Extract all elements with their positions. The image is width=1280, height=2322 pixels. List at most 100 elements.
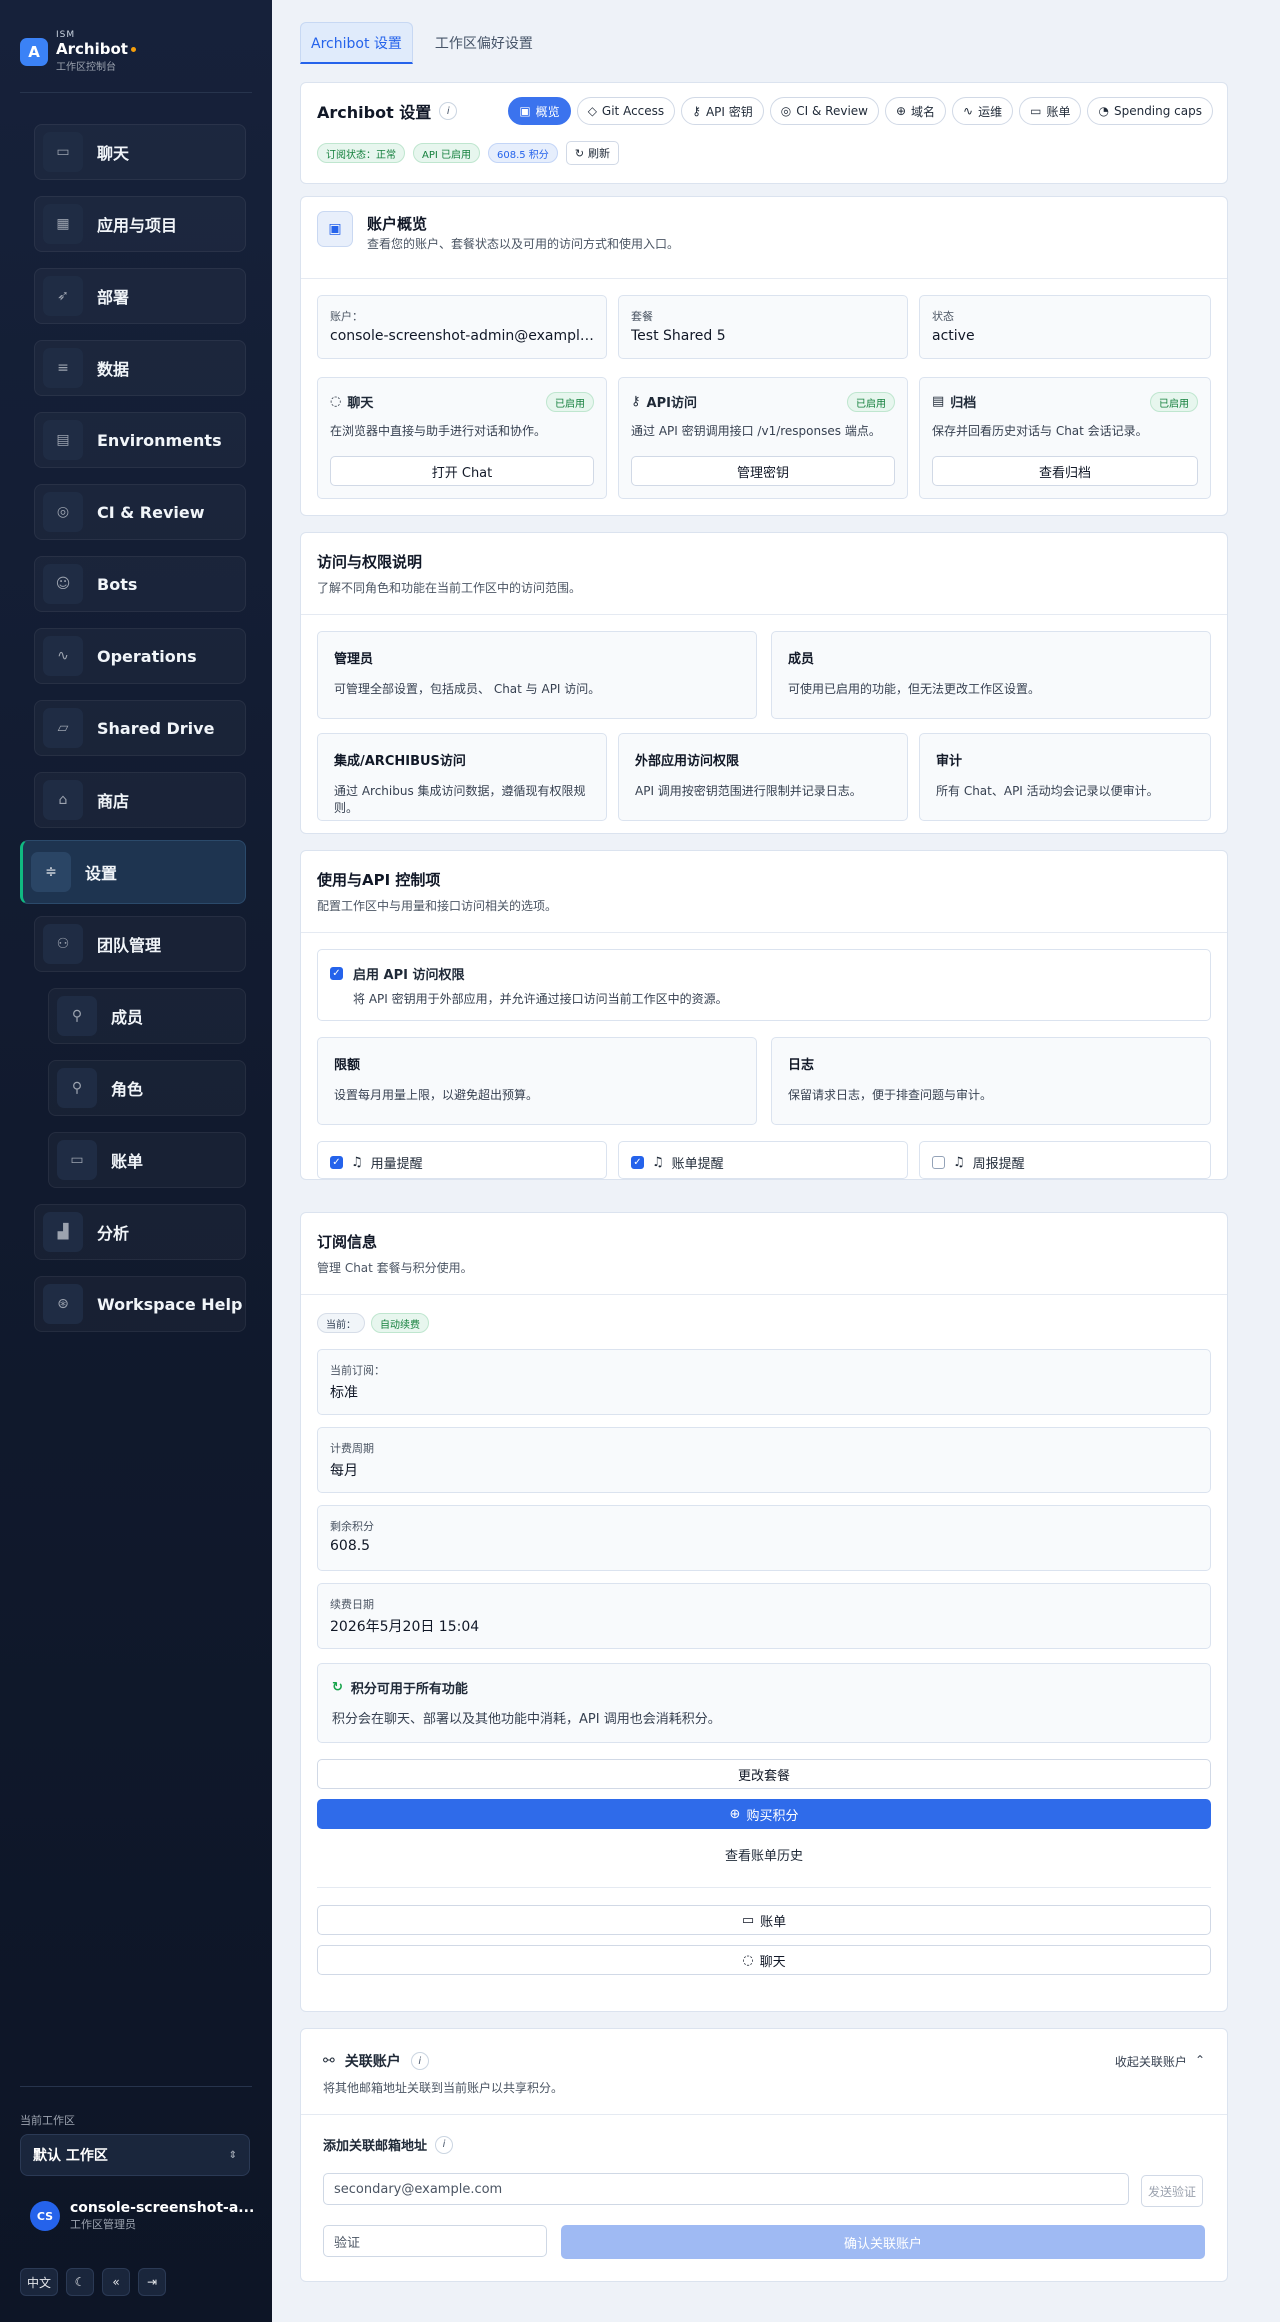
apps-icon: ▦ [43,204,83,244]
nav-pill-ci-review[interactable]: ◎ CI & Review [769,97,879,125]
notify-checkbox[interactable]: ✓ [330,1156,343,1169]
avatar: CS [30,2201,60,2231]
notify-usage[interactable]: ✓ ♫ 用量提醒 [317,1141,607,1179]
chat-icon: ▭ [43,132,83,172]
sidebar-item-team[interactable]: ⚇ 团队管理 [34,916,246,972]
view-archive-button[interactable]: 查看归档 [932,456,1198,486]
info-icon[interactable]: i [439,102,458,120]
sidebar-item-label: 数据 [97,360,130,379]
sidebar-item-deploy[interactable]: ➶ 部署 [34,268,246,324]
tab-workspace-preferences[interactable]: 工作区偏好设置 [425,22,543,64]
notify-billing[interactable]: ✓ ♫ 账单提醒 [618,1141,908,1179]
nav-pill-spending-caps[interactable]: ◔ Spending caps [1087,97,1213,125]
enabled-badge: 已启用 [847,392,895,412]
plan-field: 套餐 Test Shared 5 [618,295,908,359]
archibot-logo-icon: A [20,37,48,66]
usage-controls-card: 使用与API 控制项 配置工作区中与用量和接口访问相关的选项。 ✓ 启用 API… [300,850,1228,1180]
subscription-title: 订阅信息 [317,1233,378,1251]
collapse-icon[interactable]: « [102,2268,131,2296]
send-verification-button[interactable]: 发送验证 [1141,2175,1203,2207]
key-icon: ⚷ [631,394,641,409]
moon-icon[interactable]: ☾ [66,2268,95,2296]
nav-pill-billing[interactable]: ▭ 账单 [1019,97,1082,125]
nav-pill-domains[interactable]: ⊕ 域名 [884,97,947,125]
info-icon[interactable]: i [410,2052,429,2070]
refresh-button[interactable]: ↻ 刷新 [565,141,620,165]
sidebar-item-label: 聊天 [97,144,130,163]
sidebar-item-roles[interactable]: ⚲ 角色 [48,1060,246,1116]
buy-credits-button[interactable]: ⊕ 购买积分 [317,1799,1211,1829]
notify-checkbox[interactable]: ✓ [631,1156,644,1169]
language-button[interactable]: 中文 [20,2268,59,2296]
notify-checkbox[interactable] [932,1156,945,1169]
sidebar-item-store[interactable]: ⌂ 商店 [34,772,246,828]
linked-accounts-subtitle: 将其他邮箱地址关联到当前账户以共享积分。 [323,2081,564,2095]
workspace-select[interactable]: 默认 工作区 ⇕ [20,2134,250,2176]
confirm-link-button[interactable]: 确认关联账户 [561,2225,1205,2259]
collapse-toggle[interactable]: 收起关联账户 ⌃ [1115,2053,1205,2070]
role-card-audit: 审计 所有 Chat、API 活动均会记录以便审计。 [919,733,1211,821]
info-icon[interactable]: i [435,2135,454,2154]
email-field[interactable]: secondary@example.com [323,2173,1129,2205]
nav-pill-overview[interactable]: ▣ 概览 [508,97,571,125]
sidebar-item-shared-drive[interactable]: ▱ Shared Drive [34,700,246,756]
sidebar-item-label: CI & Review [97,502,205,522]
api-access-checkbox[interactable]: ✓ [330,967,343,980]
sidebar-item-members[interactable]: ⚲ 成员 [48,988,246,1044]
linked-accounts-title: 关联账户 [344,2054,401,2070]
role-card-member: 成员 可使用已启用的功能，但无法更改工作区设置。 [771,631,1211,719]
git-icon: ◇ [587,104,597,118]
account-value: console-screenshot-admin@example.com [330,328,596,344]
credits-notice: ↻ 积分可用于所有功能 积分会在聊天、部署以及其他功能中消耗，API 调用也会消耗… [317,1663,1211,1743]
permissions-title: 访问与权限说明 [317,553,423,571]
settings-header-card: Archibot 设置 i ▣ 概览 ◇ Git Access ⚷ API 密钥 ◎ C… [300,82,1228,184]
sidebar-item-billing[interactable]: ▭ 账单 [48,1132,246,1188]
database-icon: ≡ [43,348,83,388]
mode-card-chat: ◌ 聊天 已启用 在浏览器中直接与助手进行对话和协作。 打开 Chat [317,377,607,499]
open-chat-button[interactable]: 打开 Chat [330,456,594,486]
status-dot-icon [130,47,136,52]
nav-pill-operations[interactable]: ∿ 运维 [952,97,1014,125]
sidebar-item-operations[interactable]: ∿ Operations [34,628,246,684]
sidebar-item-chat[interactable]: ▭ 聊天 [34,124,246,180]
nav-pill-api-keys[interactable]: ⚷ API 密钥 [681,97,764,125]
api-access-toggle[interactable]: ✓ 启用 API 访问权限 将 API 密钥用于外部应用，并允许通过接口访问当前… [317,949,1211,1021]
sidebar-item-analytics[interactable]: ▟ 分析 [34,1204,246,1260]
controls-title: 使用与API 控制项 [317,871,441,889]
billing-history-link[interactable]: 查看账单历史 [317,1839,1211,1869]
sidebar-item-environments[interactable]: ▤ Environments [34,412,246,468]
bell-icon: ♫ [652,1155,664,1170]
sidebar: A ISM Archibot 工作区控制台 ▭ 聊天 ▦ 应用与项目 ➶ 部署 ≡ 数据… [0,0,272,2322]
main-content: Archibot 设置 工作区偏好设置 Archibot 设置 i ▣ 概览 ◇ G… [300,22,1228,2282]
sidebar-item-apps[interactable]: ▦ 应用与项目 [34,196,246,252]
sidebar-item-label: Bots [97,574,138,594]
user-profile[interactable]: CS console-screenshot-a... 工作区管理员 [30,2200,254,2232]
manage-keys-button[interactable]: 管理密钥 [631,456,895,486]
sidebar-item-bots[interactable]: ☺ Bots [34,556,246,612]
divider [317,1887,1211,1888]
doc-icon: ▣ [519,104,531,118]
chat-button[interactable]: ◌ 聊天 [317,1945,1211,1975]
sidebar-item-data[interactable]: ≡ 数据 [34,340,246,396]
sidebar-item-settings[interactable]: ≑ 设置 [20,840,246,904]
billing-button[interactable]: ▭ 账单 [317,1905,1211,1935]
permissions-subtitle: 了解不同角色和功能在当前工作区中的访问范围。 [317,581,582,595]
current-plan-field: 当前订阅： 标准 [317,1349,1211,1415]
notify-weekly[interactable]: ♫ 周报提醒 [919,1141,1211,1179]
tab-archibot-settings[interactable]: Archibot 设置 [300,22,413,64]
role-card-external: 外部应用访问权限 API 调用按密钥范围进行限制并记录日志。 [618,733,908,821]
subscription-card: 订阅信息 管理 Chat 套餐与积分使用。 当前： 自动续费 当前订阅： 标准 … [300,1212,1228,2012]
verification-code-field[interactable]: 验证 [323,2225,547,2257]
sidebar-item-workspace-help[interactable]: ⊛ Workspace Help [34,1276,246,1332]
current-badge: 当前： [317,1313,365,1333]
sidebar-item-ci-review[interactable]: ◎ CI & Review [34,484,246,540]
team-icon: ⚇ [43,924,83,964]
nav-pill-git-access[interactable]: ◇ Git Access [576,97,676,125]
change-plan-button[interactable]: 更改套餐 [317,1759,1211,1789]
sidebar-item-label: Operations [97,646,197,666]
help-icon: ⊛ [43,1284,83,1324]
brand[interactable]: A ISM Archibot 工作区控制台 [20,30,136,73]
section-nav: ▣ 概览 ◇ Git Access ⚷ API 密钥 ◎ CI & Review ⊕ 域名… [508,97,1213,125]
logout-icon[interactable]: ⇥ [138,2268,167,2296]
subscription-subtitle: 管理 Chat 套餐与积分使用。 [317,1261,473,1275]
